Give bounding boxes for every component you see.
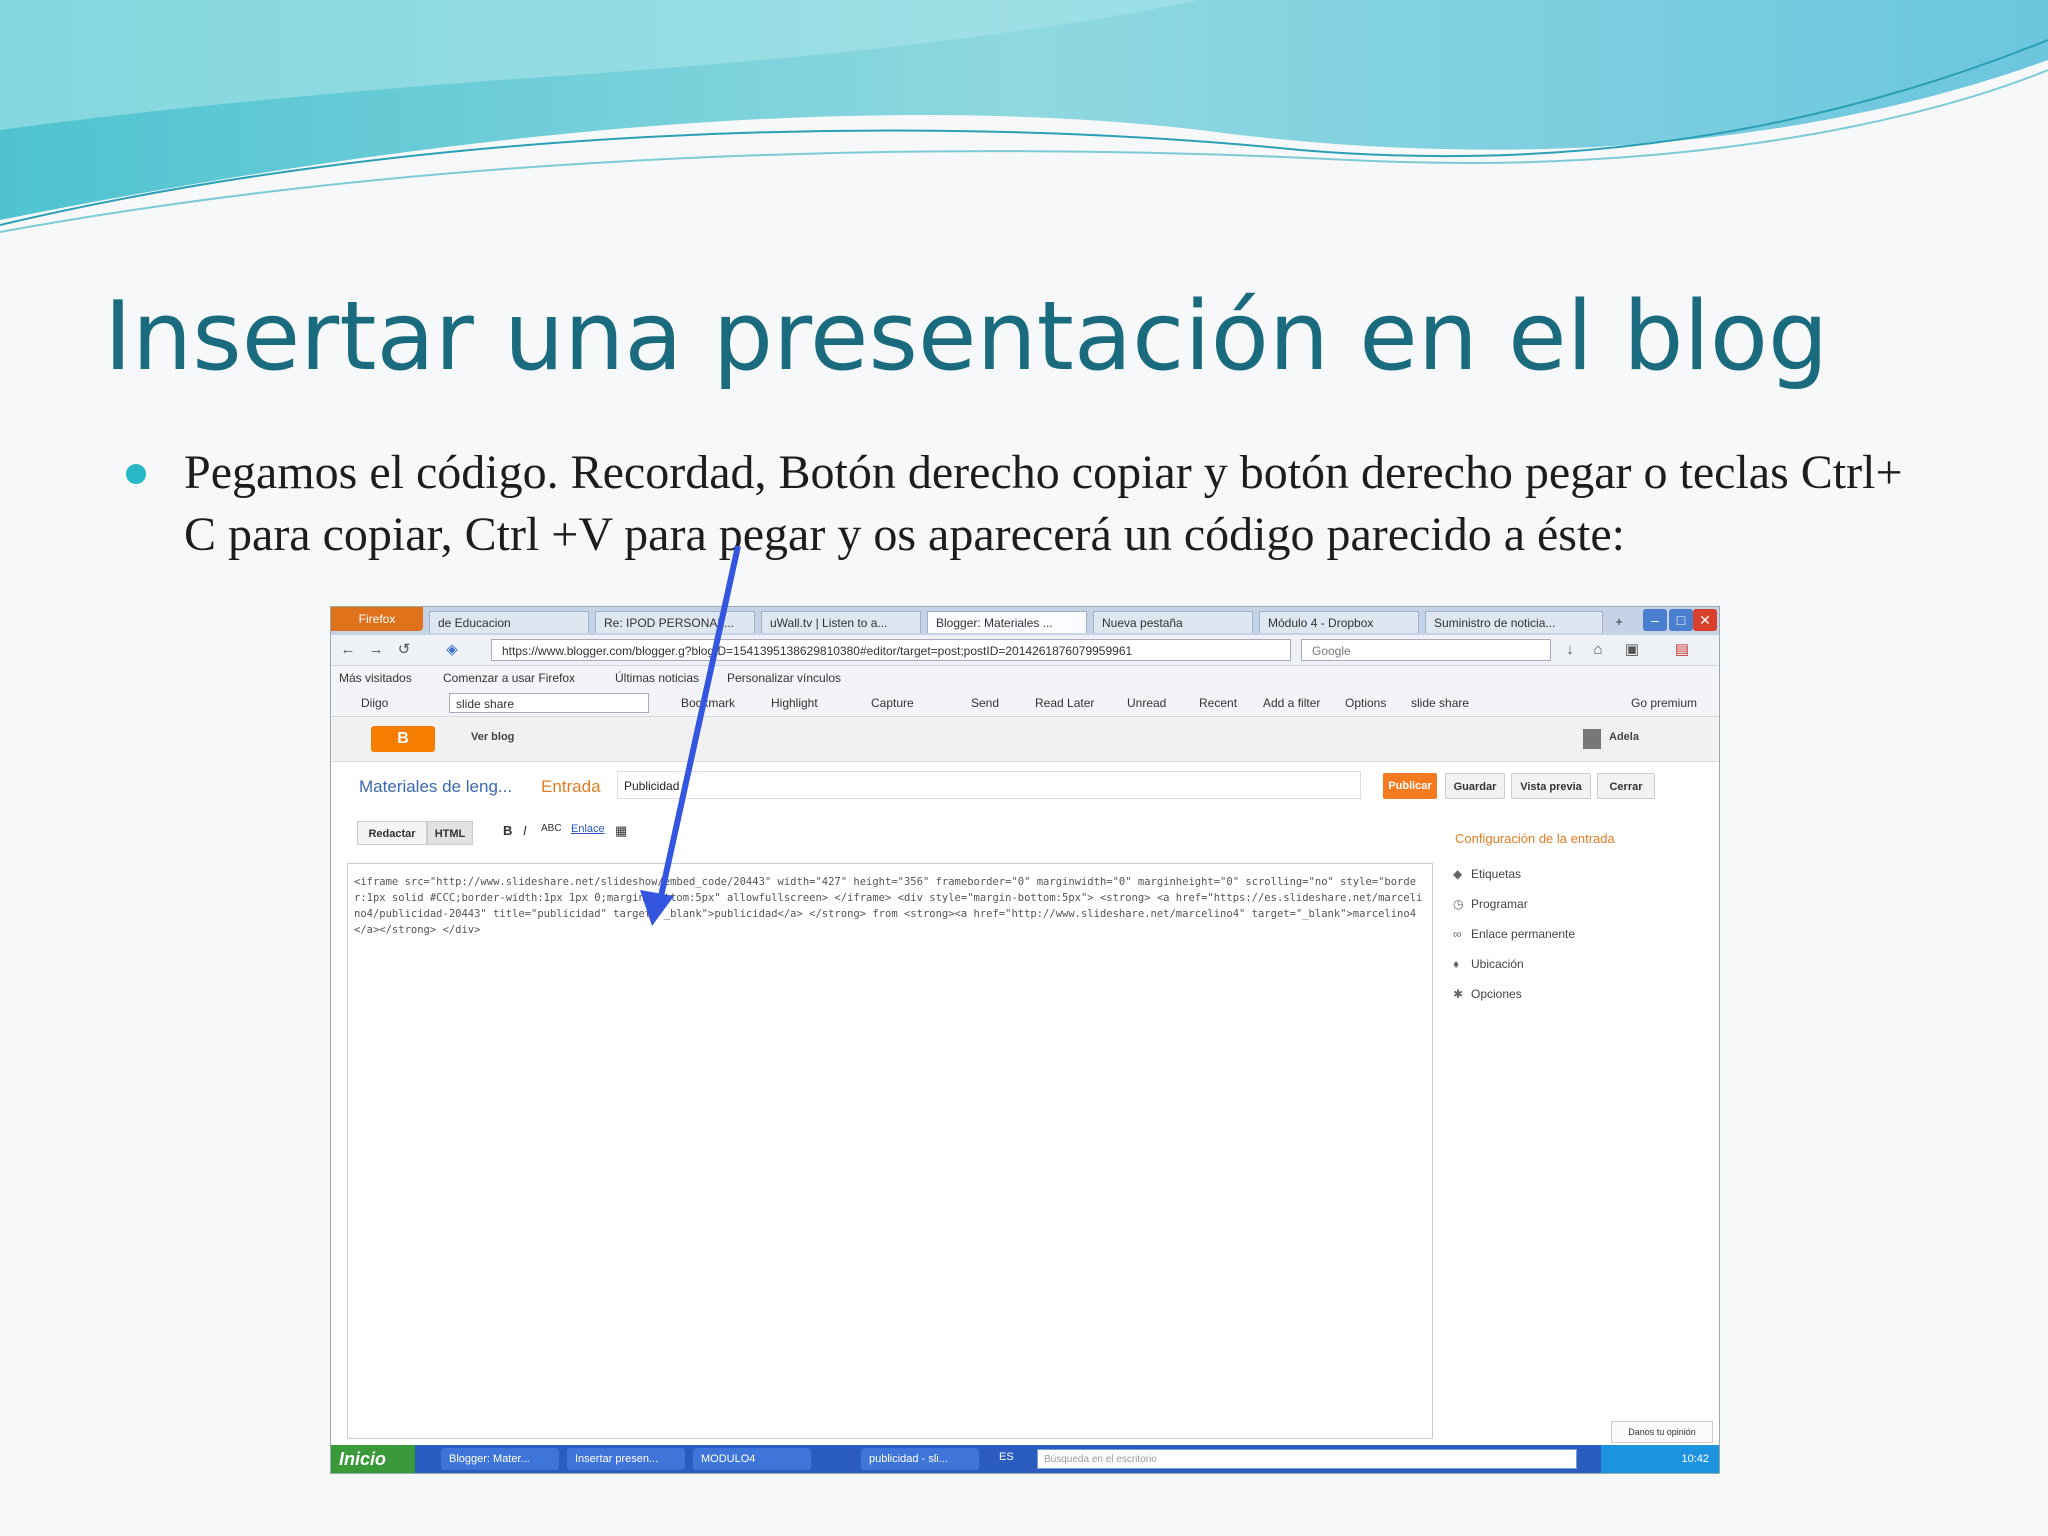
italic-icon[interactable]: I <box>523 823 527 838</box>
toolbar-item[interactable]: Send <box>971 690 999 716</box>
tag-icon: ◆ <box>1453 867 1463 881</box>
options-setting-label: Opciones <box>1471 987 1522 1001</box>
forward-icon[interactable]: → <box>365 639 387 661</box>
browser-tab-bar: Firefox de Educacion Re: IPOD PERSONAL..… <box>331 607 1719 635</box>
schedule-setting-label: Programar <box>1471 897 1528 911</box>
labels-setting-label: Etiquetas <box>1471 867 1522 881</box>
header-wave-decoration <box>0 0 2048 233</box>
browser-search-input[interactable]: Google <box>1301 639 1551 661</box>
location-setting[interactable]: ♦ Ubicación <box>1453 957 1524 971</box>
save-button[interactable]: Guardar <box>1445 773 1505 799</box>
minimize-icon[interactable]: – <box>1643 609 1667 631</box>
view-blog-button[interactable]: Ver blog <box>471 731 514 743</box>
browser-tab[interactable]: Suministro de noticia... <box>1425 611 1603 633</box>
new-tab-icon[interactable]: + <box>1609 611 1629 633</box>
browser-tab[interactable]: Nueva pestaña <box>1093 611 1253 633</box>
user-menu[interactable]: Adela <box>1609 731 1639 743</box>
preview-button[interactable]: Vista previa <box>1511 773 1591 799</box>
image-icon[interactable]: ▦ <box>615 823 627 839</box>
breadcrumb-blog[interactable]: Materiales de leng... <box>359 777 512 797</box>
html-mode-button[interactable]: HTML <box>427 821 473 845</box>
link-icon: ∞ <box>1453 927 1462 941</box>
bullet-icon <box>126 464 146 484</box>
location-pin-icon: ♦ <box>1453 957 1460 971</box>
language-indicator[interactable]: ES <box>999 1451 1014 1463</box>
post-header: Materiales de leng... Entrada Publicidad… <box>331 763 1719 809</box>
permalink-setting-label: Enlace permanente <box>1471 927 1576 941</box>
options-setting[interactable]: ✱ Opciones <box>1453 987 1522 1001</box>
gear-icon: ✱ <box>1453 987 1464 1001</box>
toolbar-item[interactable]: Diigo <box>361 690 388 716</box>
permalink-setting[interactable]: ∞ Enlace permanente <box>1453 927 1575 941</box>
download-icon[interactable]: ↓ <box>1559 639 1581 661</box>
bullet-text: Pegamos el código. Recordad, Botón derec… <box>184 446 1903 561</box>
taskbar-item[interactable]: Insertar presen... <box>567 1448 685 1470</box>
bookmark-item[interactable]: Comenzar a usar Firefox <box>443 666 575 690</box>
labels-setting[interactable]: ◆ Etiquetas <box>1453 867 1521 881</box>
taskbar-item[interactable]: Blogger: Mater... <box>441 1448 559 1470</box>
schedule-setting[interactable]: ◷ Programar <box>1453 897 1528 911</box>
bookmark-item[interactable]: Últimas noticias <box>615 666 699 690</box>
slide-title: Insertar una presentación en el blog <box>104 282 1829 392</box>
bookmark-item[interactable]: Personalizar vínculos <box>727 666 841 690</box>
toolbar-item[interactable]: Options <box>1345 690 1386 716</box>
close-icon[interactable]: ✕ <box>1693 609 1717 631</box>
toolbar-item[interactable]: slide share <box>1411 690 1469 716</box>
toolbar-item[interactable]: Bookmark <box>681 690 735 716</box>
toolbar-item[interactable]: Go premium <box>1631 690 1697 716</box>
browser-tab[interactable]: de Educacion <box>429 611 589 633</box>
toolbar-item[interactable]: Capture <box>871 690 914 716</box>
navigation-bar: ← → ↺ ◈ https://www.blogger.com/blogger.… <box>331 635 1719 666</box>
addon-icon[interactable]: ▤ <box>1671 639 1693 661</box>
browser-tab-active[interactable]: Blogger: Materiales ... <box>927 611 1087 633</box>
blogger-logo[interactable]: B <box>371 726 435 752</box>
link-button[interactable]: Enlace <box>571 823 605 835</box>
windows-taskbar: Inicio Blogger: Mater... Insertar presen… <box>331 1445 1719 1473</box>
strikethrough-icon[interactable]: ABC <box>541 823 562 834</box>
toolbar-search-input[interactable]: slide share <box>449 693 649 713</box>
desktop-search-input[interactable]: Búsqueda en el escritorio <box>1037 1449 1577 1469</box>
taskbar-item[interactable]: MODULO4 <box>693 1448 811 1470</box>
start-button[interactable]: Inicio <box>331 1445 415 1473</box>
toolbar-item[interactable]: Read Later <box>1035 690 1094 716</box>
embedded-screenshot: Firefox de Educacion Re: IPOD PERSONAL..… <box>330 606 1720 1474</box>
post-title-input[interactable]: Publicidad <box>617 771 1361 799</box>
publish-button[interactable]: Publicar <box>1383 773 1437 799</box>
site-icon: ◈ <box>446 641 458 658</box>
taskbar-clock: 10:42 <box>1681 1453 1709 1465</box>
taskbar-item[interactable]: publicidad - sli... <box>861 1448 979 1470</box>
editor-toolbar: Redactar HTML B I ABC Enlace ▦ <box>331 817 1431 849</box>
compose-mode-button[interactable]: Redactar <box>357 821 427 845</box>
diigo-toolbar: Diigo slide share Bookmark Highlight Cap… <box>331 690 1719 717</box>
html-editor[interactable]: <iframe src="http://www.slideshare.net/s… <box>347 863 1433 1439</box>
location-setting-label: Ubicación <box>1471 957 1524 971</box>
feedback-button[interactable]: Danos tu opinión <box>1611 1421 1713 1443</box>
system-tray: 10:42 <box>1601 1445 1719 1473</box>
address-bar[interactable]: https://www.blogger.com/blogger.g?blogID… <box>491 639 1291 661</box>
firefox-menu-button[interactable]: Firefox <box>331 607 423 631</box>
bookmark-item[interactable]: Más visitados <box>339 666 412 690</box>
toolbar-item[interactable]: Unread <box>1127 690 1166 716</box>
bookmarks-bar: Más visitados Comenzar a usar Firefox Úl… <box>331 666 1719 690</box>
browser-tab[interactable]: uWall.tv | Listen to a... <box>761 611 921 633</box>
browser-tab[interactable]: Re: IPOD PERSONAL... <box>595 611 755 633</box>
maximize-icon[interactable]: □ <box>1669 609 1693 631</box>
blogger-header: B Ver blog Adela <box>331 717 1719 762</box>
toolbar-item[interactable]: Add a filter <box>1263 690 1320 716</box>
history-icon[interactable]: ↺ <box>393 639 415 661</box>
toolbar-item[interactable]: Highlight <box>771 690 818 716</box>
bold-icon[interactable]: B <box>503 823 512 838</box>
back-icon[interactable]: ← <box>337 639 359 661</box>
home-icon[interactable]: ⌂ <box>1587 639 1609 661</box>
breadcrumb-entry: Entrada <box>541 777 601 796</box>
bookmark-icon[interactable]: ▣ <box>1621 639 1643 661</box>
post-settings-heading[interactable]: Configuración de la entrada <box>1455 831 1615 846</box>
browser-tab[interactable]: Módulo 4 - Dropbox <box>1259 611 1419 633</box>
clock-icon: ◷ <box>1453 897 1464 911</box>
close-post-button[interactable]: Cerrar <box>1597 773 1655 799</box>
avatar[interactable] <box>1583 729 1601 749</box>
toolbar-item[interactable]: Recent <box>1199 690 1237 716</box>
post-settings-sidebar: Configuración de la entrada ◆ Etiquetas ◷… <box>1449 817 1711 1437</box>
